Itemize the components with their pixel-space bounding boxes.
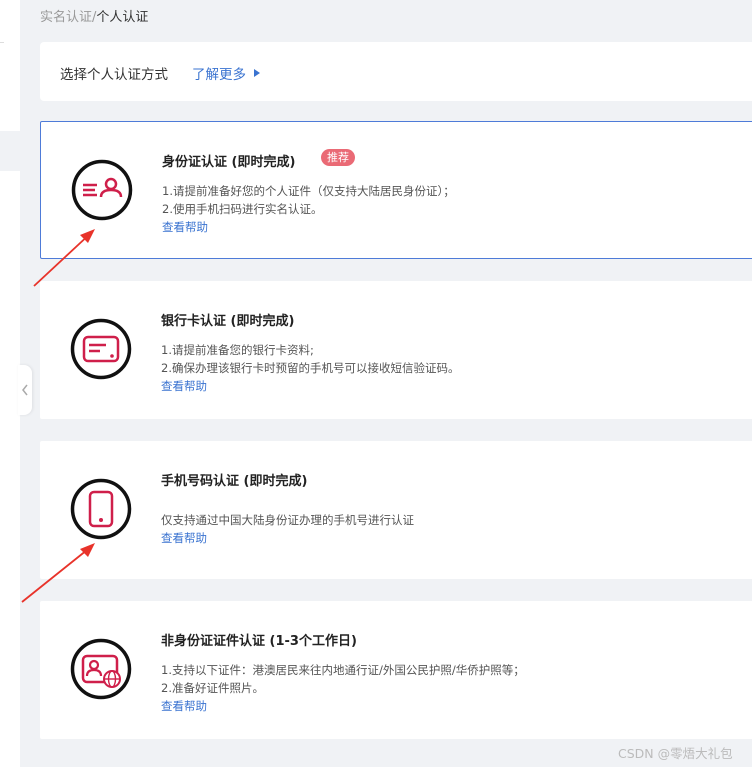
card-title: 身份证认证 (即时完成): [162, 155, 296, 170]
card-title: 非身份证证件认证 (1-3个工作日): [161, 634, 357, 649]
mobile-auth-card[interactable]: 手机号码认证 (即时完成) 仅支持通过中国大陆身份证办理的手机号进行认证 查看帮…: [40, 441, 752, 579]
passport-globe-icon: [70, 638, 132, 700]
card-title: 手机号码认证 (即时完成): [161, 474, 308, 489]
card-title: 银行卡认证 (即时完成): [161, 314, 295, 329]
non-id-document-auth-card[interactable]: 非身份证证件认证 (1-3个工作日) 1.支持以下证件：港澳居民来往内地通行证/…: [40, 601, 752, 739]
view-help-link[interactable]: 查看帮助: [161, 530, 207, 546]
recommend-badge: 推荐: [321, 149, 355, 166]
view-help-link[interactable]: 查看帮助: [162, 219, 208, 235]
learn-more-link[interactable]: 了解更多: [192, 63, 260, 83]
view-help-link[interactable]: 查看帮助: [161, 698, 207, 714]
card-desc-line: 2.确保办理该银行卡时预留的手机号可以接收短信验证码。: [161, 361, 460, 375]
view-help-link[interactable]: 查看帮助: [161, 378, 207, 394]
learn-more-label: 了解更多: [192, 67, 246, 83]
bank-card-auth-card[interactable]: 银行卡认证 (即时完成) 1.请提前准备您的银行卡资料; 2.确保办理该银行卡时…: [40, 281, 752, 419]
card-desc-line: 1.支持以下证件：港澳居民来往内地通行证/外国公民护照/华侨护照等；: [161, 663, 525, 677]
card-desc-line: 2.使用手机扫码进行实名认证。: [162, 202, 323, 216]
watermark: CSDN @零焐大礼包: [618, 746, 733, 761]
card-desc-line: 2.准备好证件照片。: [161, 681, 264, 695]
card-desc-line: 1.请提前准备您的银行卡资料;: [161, 343, 314, 357]
card-desc-line: 仅支持通过中国大陆身份证办理的手机号进行认证: [161, 513, 414, 527]
breadcrumb-current: 个人认证: [96, 10, 149, 25]
card-desc-line: 1.请提前准备好您的个人证件（仅支持大陆居民身份证）；: [162, 184, 455, 198]
triangle-right-icon: [254, 69, 260, 77]
id-card-auth-card[interactable]: 身份证认证 (即时完成) 推荐 1.请提前准备好您的个人证件（仅支持大陆居民身份…: [40, 121, 752, 259]
annotation-arrow-2: [21, 543, 95, 603]
header-panel: 选择个人认证方式 了解更多: [40, 42, 752, 101]
